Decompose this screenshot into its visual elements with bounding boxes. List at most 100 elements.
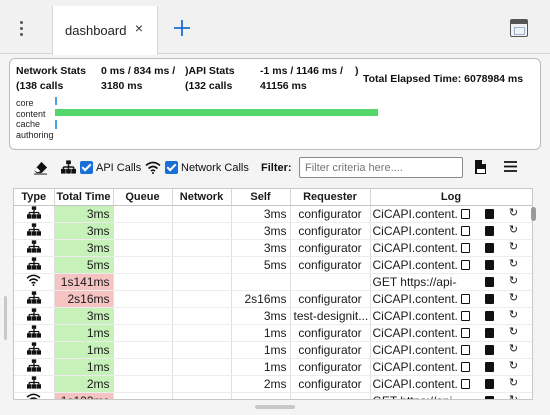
- table-row[interactable]: 1s141ms GET https://api-sta... ↻: [14, 273, 532, 291]
- type-cell: [14, 375, 55, 393]
- copy-icon[interactable]: [460, 361, 470, 372]
- refresh-icon[interactable]: ↻: [509, 275, 519, 286]
- queue-cell: [113, 205, 173, 223]
- filter-label: Filter:: [261, 162, 292, 174]
- copy-icon[interactable]: [460, 242, 470, 253]
- column-header-type[interactable]: Type: [14, 189, 55, 206]
- hierarchy-icon: [26, 239, 41, 256]
- type-cell: [14, 239, 55, 257]
- copy-icon[interactable]: [460, 378, 470, 389]
- queue-cell: [113, 324, 173, 342]
- network-cell: [172, 256, 232, 274]
- timeline-rows: core content cache authoring: [16, 98, 54, 140]
- duplicate-icon[interactable]: [484, 293, 494, 304]
- hamburger-menu-icon[interactable]: [504, 161, 517, 172]
- export-file-icon[interactable]: [474, 159, 487, 175]
- cache-marker: [55, 120, 57, 129]
- log-cell: GET https://api-sta... ↻: [370, 392, 532, 399]
- table-row[interactable]: 5ms 5ms configurator CiCAPI.content... ↻: [14, 256, 532, 274]
- hierarchy-icon[interactable]: [61, 160, 76, 174]
- copy-icon[interactable]: [460, 310, 470, 321]
- column-header-requester[interactable]: Requester: [290, 189, 371, 206]
- column-header-total-time[interactable]: Total Time: [54, 189, 114, 206]
- column-header-log[interactable]: Log: [370, 189, 532, 206]
- total-time-cell: 2s16ms: [54, 290, 114, 308]
- network-cell: [172, 222, 232, 240]
- duplicate-icon[interactable]: [484, 208, 494, 219]
- duplicate-icon[interactable]: [484, 276, 494, 287]
- plus-icon[interactable]: [172, 18, 192, 38]
- total-time-cell: 3ms: [54, 205, 114, 223]
- table-row[interactable]: 3ms 3ms configurator CiCAPI.content... ↻: [14, 239, 532, 257]
- log-cell: CiCAPI.content... ↻: [370, 290, 532, 308]
- queue-cell: [113, 341, 173, 359]
- table-row[interactable]: 2s16ms 2s16ms configurator CiCAPI.content..…: [14, 290, 532, 308]
- panel-resize-handle[interactable]: [4, 296, 7, 340]
- table-row[interactable]: 3ms 3ms test-designit... CiCAPI.content... ↻: [14, 307, 532, 325]
- refresh-icon[interactable]: ↻: [509, 292, 519, 303]
- refresh-icon[interactable]: ↻: [509, 241, 519, 252]
- table-row[interactable]: 1ms 1ms configurator CiCAPI.content... ↻: [14, 341, 532, 359]
- duplicate-icon[interactable]: [484, 395, 494, 399]
- table-row[interactable]: 1s123ms GET https://api-sta... ↻: [14, 392, 532, 399]
- duplicate-icon[interactable]: [484, 242, 494, 253]
- network-calls-label[interactable]: Network Calls: [181, 162, 249, 174]
- row-label-authoring: authoring: [16, 129, 54, 140]
- duplicate-icon[interactable]: [484, 259, 494, 270]
- hierarchy-icon: [26, 358, 41, 375]
- column-header-queue[interactable]: Queue: [113, 189, 173, 206]
- refresh-icon[interactable]: ↻: [509, 258, 519, 269]
- window-layout-icon[interactable]: [510, 19, 528, 37]
- column-header-network[interactable]: Network: [172, 189, 232, 206]
- copy-icon[interactable]: [460, 327, 470, 338]
- filter-input[interactable]: [299, 157, 463, 178]
- copy-icon[interactable]: [460, 208, 470, 219]
- refresh-icon[interactable]: ↻: [509, 326, 519, 337]
- refresh-icon[interactable]: ↻: [509, 207, 519, 218]
- duplicate-icon[interactable]: [484, 344, 494, 355]
- horizontal-scrollbar[interactable]: [255, 405, 295, 409]
- duplicate-icon[interactable]: [484, 310, 494, 321]
- refresh-icon[interactable]: ↻: [509, 343, 519, 354]
- copy-icon[interactable]: [460, 293, 470, 304]
- duplicate-icon[interactable]: [484, 225, 494, 236]
- eraser-icon[interactable]: [33, 160, 48, 175]
- refresh-icon[interactable]: ↻: [509, 377, 519, 388]
- queue-cell: [113, 375, 173, 393]
- duplicate-icon[interactable]: [484, 361, 494, 372]
- copy-icon[interactable]: [460, 344, 470, 355]
- duplicate-icon[interactable]: [484, 327, 494, 338]
- self-cell: 3ms: [231, 205, 291, 223]
- type-cell: [14, 324, 55, 342]
- kebab-menu-icon[interactable]: [10, 14, 32, 42]
- refresh-icon[interactable]: ↻: [509, 309, 519, 320]
- refresh-icon[interactable]: ↻: [509, 360, 519, 371]
- network-cell: [172, 358, 232, 376]
- duplicate-icon[interactable]: [484, 378, 494, 389]
- table-row[interactable]: 1ms 1ms configurator CiCAPI.content... ↻: [14, 358, 532, 376]
- queue-cell: [113, 222, 173, 240]
- queue-cell: [113, 392, 173, 399]
- total-time-cell: 1ms: [54, 324, 114, 342]
- api-calls-label[interactable]: API Calls: [96, 162, 141, 174]
- table-row[interactable]: 2ms 2ms configurator CiCAPI.content... ↻: [14, 375, 532, 393]
- api-calls-checkbox[interactable]: [80, 161, 93, 174]
- log-cell: GET https://api-sta... ↻: [370, 273, 532, 291]
- close-icon[interactable]: ×: [133, 21, 145, 35]
- column-header-self[interactable]: Self: [231, 189, 291, 206]
- table-row[interactable]: 3ms 3ms configurator CiCAPI.content... ↻: [14, 222, 532, 240]
- vertical-scrollbar[interactable]: [531, 207, 536, 221]
- total-time-cell: 1ms: [54, 341, 114, 359]
- tab-dashboard[interactable]: dashboard ×: [52, 6, 158, 55]
- self-cell: 3ms: [231, 239, 291, 257]
- refresh-icon[interactable]: ↻: [509, 224, 519, 235]
- copy-icon[interactable]: [460, 259, 470, 270]
- copy-icon[interactable]: [460, 225, 470, 236]
- table-row[interactable]: 3ms 3ms configurator CiCAPI.content... ↻: [14, 205, 532, 223]
- refresh-icon[interactable]: ↻: [509, 394, 519, 399]
- self-cell: 2ms: [231, 375, 291, 393]
- core-marker: [55, 97, 57, 105]
- wifi-icon[interactable]: [145, 161, 161, 174]
- table-row[interactable]: 1ms 1ms configurator CiCAPI.content... ↻: [14, 324, 532, 342]
- network-calls-checkbox[interactable]: [165, 161, 178, 174]
